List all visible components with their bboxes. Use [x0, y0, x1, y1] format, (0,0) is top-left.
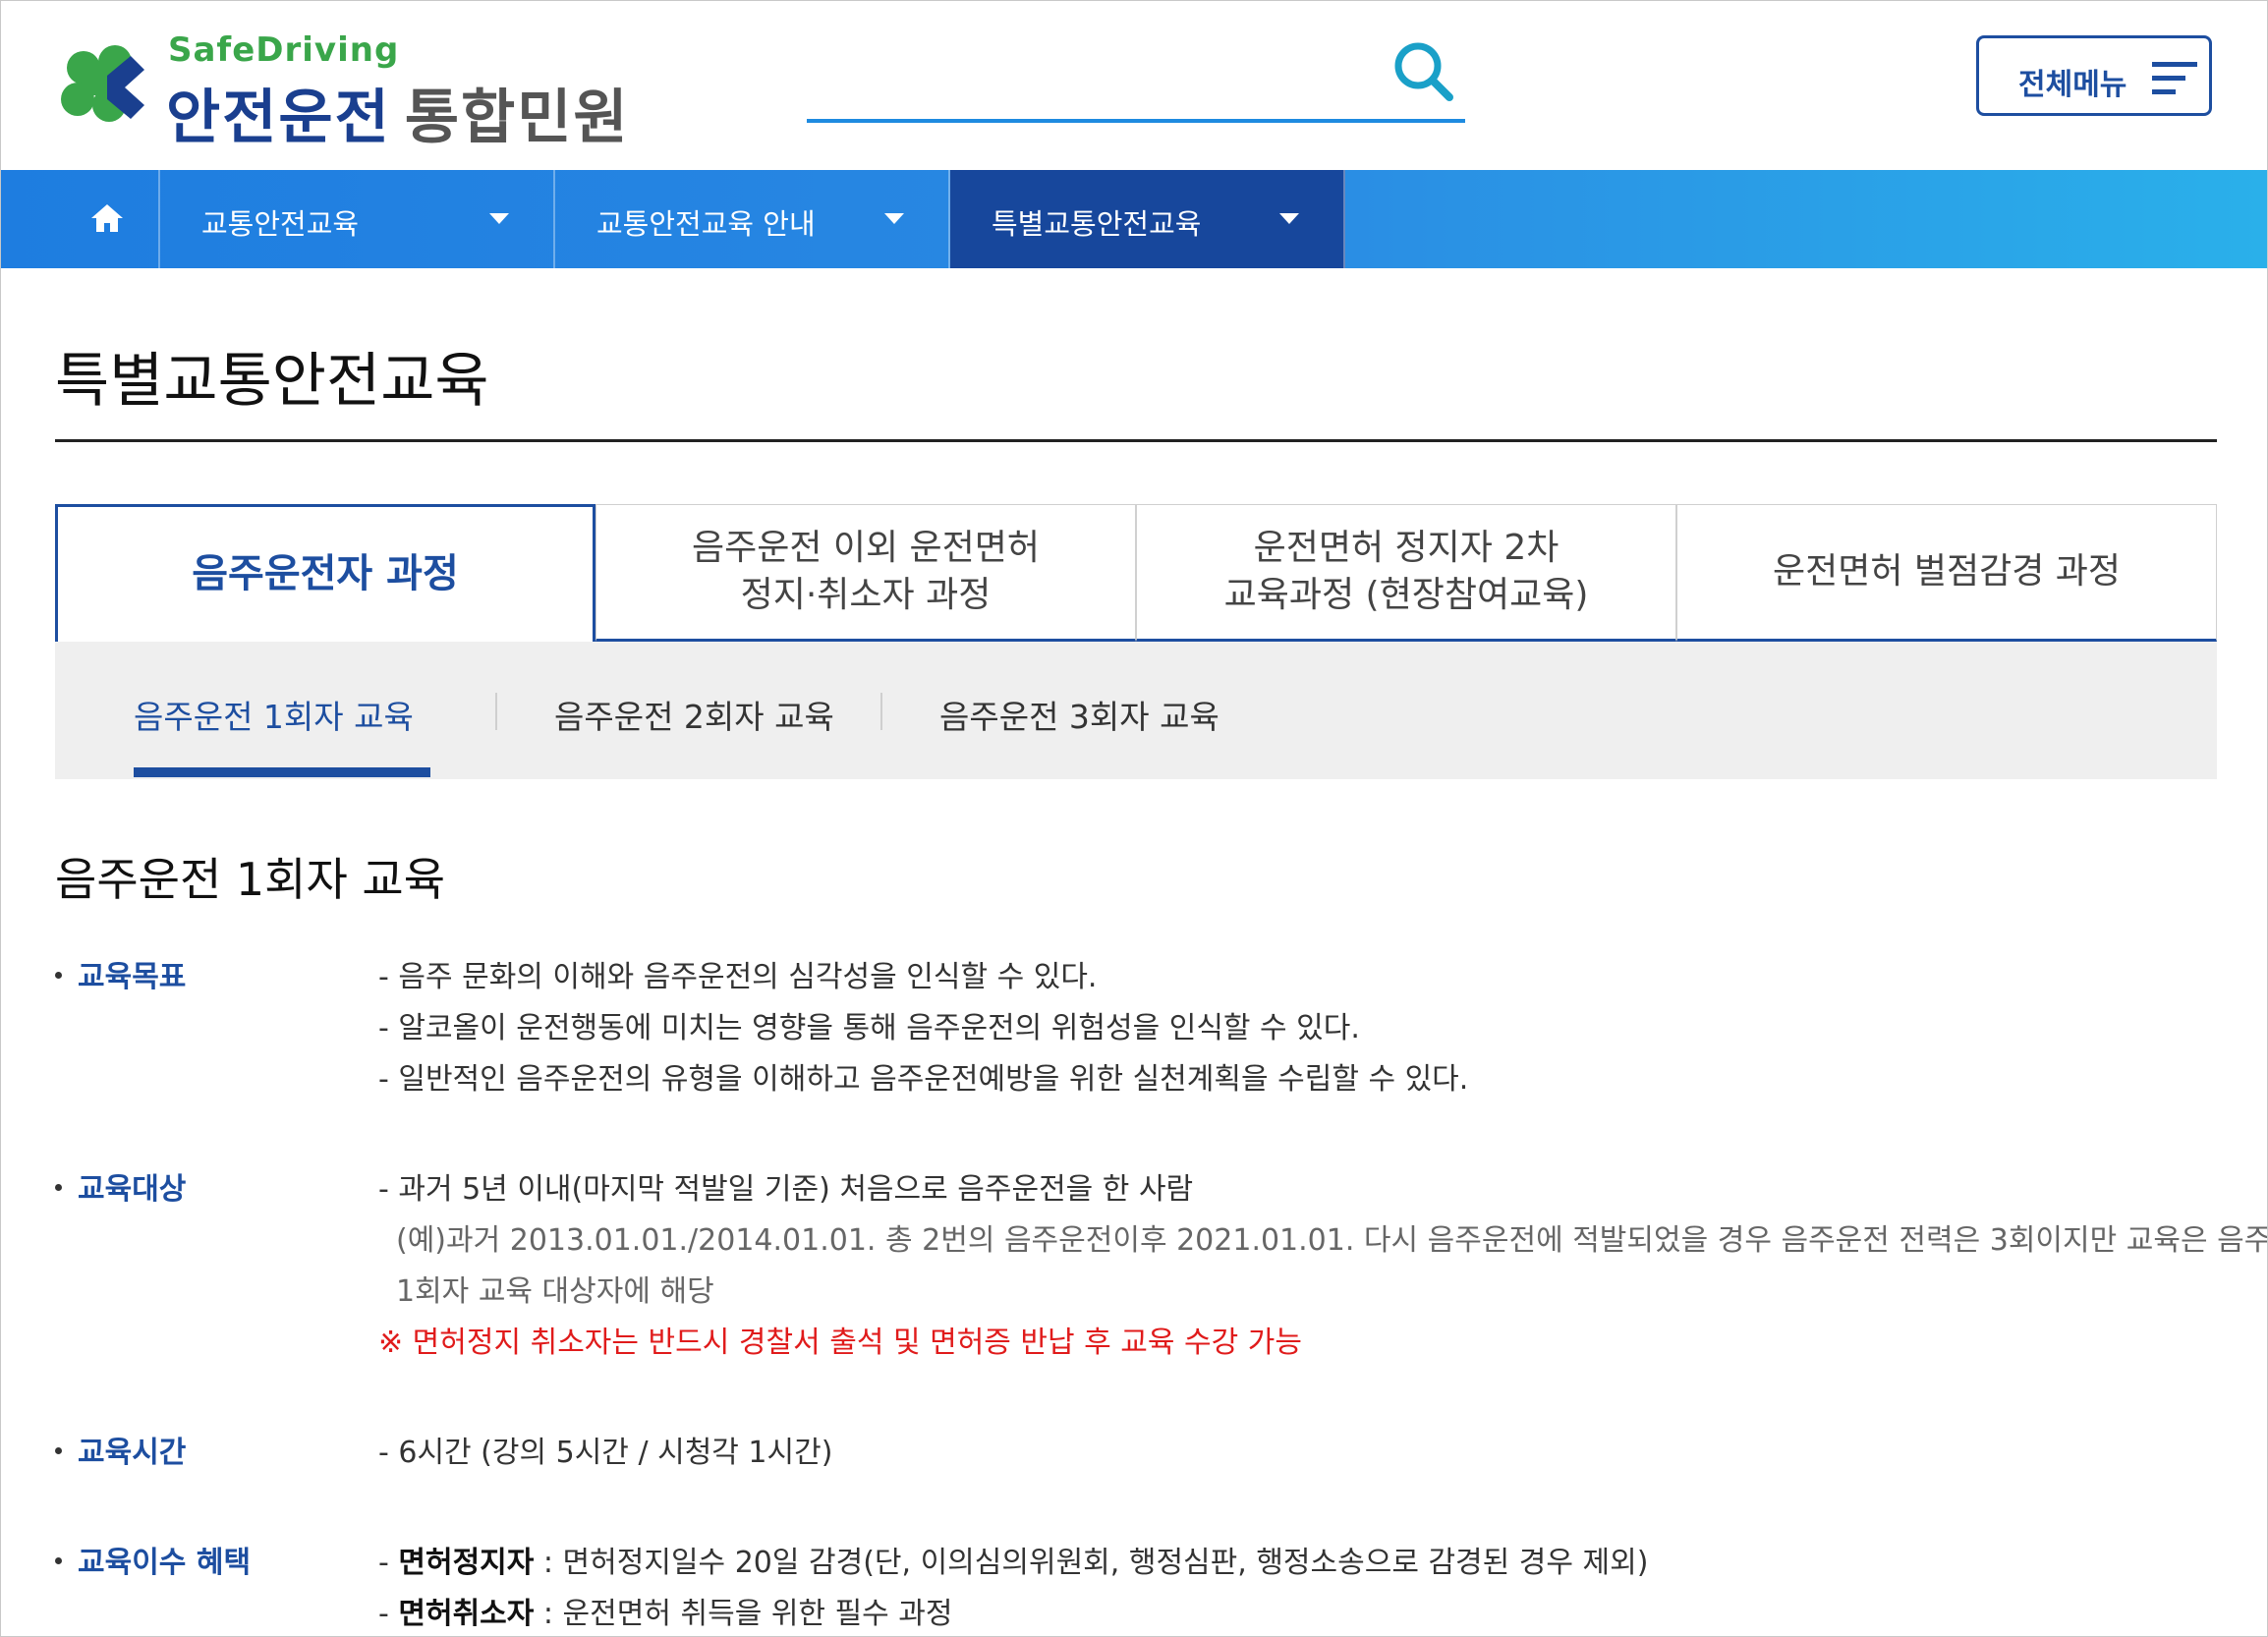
tab-label-line2: 정지·취소자 과정: [740, 575, 992, 615]
education-goal-label: 교육목표: [55, 952, 186, 995]
row-label-text: 교육목표: [78, 960, 187, 994]
nav-item-traffic-safety-education[interactable]: 교통안전교육: [160, 170, 555, 268]
tab-label-line1: 운전면허 정지자 2차: [1253, 528, 1559, 568]
tab-label: 운전면허 벌점감경 과정: [1772, 551, 2122, 592]
education-time-label: 교육시간: [55, 1428, 186, 1471]
site-logo[interactable]: SafeDriving 안전운전 통합민원: [54, 30, 628, 152]
row-label-text: 교육이수 혜택: [78, 1546, 252, 1580]
goal-line-1: - 음주 문화의 이해와 음주운전의 심각성을 인식할 수 있다.: [378, 960, 1098, 994]
target-line-1: - 과거 5년 이내(마지막 적발일 기준) 처음으로 음주운전을 한 사람: [378, 1172, 1194, 1207]
education-benefit-label: 교육이수 혜택: [55, 1538, 251, 1581]
caret-down-icon: [884, 213, 904, 224]
home-icon: [91, 204, 123, 232]
tab-drunk-driver-course[interactable]: 음주운전자 과정: [55, 504, 595, 642]
tab-label-line2: 교육과정 (현장참여교육): [1223, 575, 1589, 615]
target-example-line-2: 1회자 교육 대상자에 해당: [396, 1274, 714, 1309]
search-input[interactable]: [807, 50, 1361, 101]
search-icon[interactable]: [1389, 36, 1459, 107]
tab-second-suspension-course[interactable]: 운전면허 정지자 2차 교육과정 (현장참여교육): [1136, 504, 1676, 642]
page-title: 특별교통안전교육: [55, 347, 489, 416]
tab-label-line1: 음주운전 이외 운전면허: [691, 528, 1041, 568]
logo-sub-text: 통합민원: [404, 84, 630, 152]
all-menu-button[interactable]: 전체메뉴: [1976, 35, 2212, 116]
nav-item-education-guide[interactable]: 교통안전교육 안내: [555, 170, 950, 268]
main-navigation: 교통안전교육 교통안전교육 안내 특별교통안전교육: [1, 170, 2267, 268]
row-label-text: 교육시간: [78, 1436, 187, 1470]
caret-down-icon: [1279, 213, 1299, 224]
tab-label: 음주운전자 과정: [192, 551, 459, 596]
subtab-first-offense[interactable]: 음주운전 1회자 교육: [134, 691, 414, 738]
course-tabs: 음주운전자 과정 음주운전 이외 운전면허 정지·취소자 과정 운전면허 정지자…: [55, 504, 2217, 642]
target-example-line-1: (예)과거 2013.01.01./2014.01.01. 총 2번의 음주운전…: [396, 1223, 2268, 1258]
bullet-icon: [55, 1557, 62, 1564]
nav-item-special-education[interactable]: 특별교통안전교육: [950, 170, 1345, 268]
subtab-third-offense[interactable]: 음주운전 3회자 교육: [939, 691, 1219, 738]
bullet-icon: [55, 972, 62, 979]
bullet-icon: [55, 1447, 62, 1454]
dash-text: -: [378, 1597, 399, 1631]
benefit-line-2: - 면허취소자 : 운전면허 취득을 위한 필수 과정: [378, 1589, 953, 1632]
tab-penalty-reduction-course[interactable]: 운전면허 벌점감경 과정: [1676, 504, 2217, 642]
caret-down-icon: [489, 213, 509, 224]
sub-tabs: 음주운전 1회자 교육 음주운전 2회자 교육 음주운전 3회자 교육: [55, 642, 2217, 779]
tab-non-drunk-suspension-course[interactable]: 음주운전 이외 운전면허 정지·취소자 과정: [595, 504, 1136, 642]
nav-item-label: 특별교통안전교육: [992, 207, 1202, 241]
nav-home-button[interactable]: [1, 170, 160, 268]
target-notice: ※ 면허정지 취소자는 반드시 경찰서 출석 및 면허증 반납 후 교육 수강 …: [378, 1326, 1302, 1360]
subtab-second-offense[interactable]: 음주운전 2회자 교육: [554, 691, 834, 738]
nav-item-label: 교통안전교육: [201, 207, 360, 241]
benefit-item1-title: 면허정지자: [398, 1546, 535, 1580]
all-menu-label: 전체메뉴: [2018, 68, 2127, 102]
benefit-item2-title: 면허취소자: [398, 1597, 535, 1631]
benefit-line-1: - 면허정지자 : 면허정지일수 20일 감경(단, 이의심의위원회, 행정심판…: [378, 1538, 1648, 1581]
title-divider: [55, 439, 2217, 442]
logo-korean-text: 안전운전 통합민원: [166, 70, 630, 155]
logo-main-text: 안전운전: [166, 84, 391, 152]
benefit-item1-text: : 면허정지일수 20일 감경(단, 이의심의위원회, 행정심판, 행정소송으로…: [534, 1546, 1649, 1580]
section-title: 음주운전 1회자 교육: [55, 853, 446, 906]
subtab-divider: [495, 693, 497, 730]
goal-line-2: - 알코올이 운전행동에 미치는 영향을 통해 음주운전의 위험성을 인식할 수…: [378, 1011, 1360, 1045]
logo-english-text: SafeDriving: [168, 30, 400, 70]
goal-line-3: - 일반적인 음주운전의 유형을 이해하고 음주운전예방을 위한 실천계획을 수…: [378, 1062, 1469, 1097]
row-label-text: 교육대상: [78, 1172, 187, 1207]
page-frame: SafeDriving 안전운전 통합민원 전체메뉴 교통안전교육 교통안전교육…: [0, 0, 2268, 1637]
search-bar: [807, 30, 1465, 123]
site-header: SafeDriving 안전운전 통합민원 전체메뉴: [1, 1, 2267, 170]
subtab-divider: [880, 693, 882, 730]
benefit-item2-text: : 운전면허 취득을 위한 필수 과정: [534, 1597, 953, 1631]
time-line-1: - 6시간 (강의 5시간 / 시청각 1시간): [378, 1436, 833, 1470]
dash-text: -: [378, 1546, 399, 1580]
clover-logo-icon: [61, 45, 144, 122]
nav-item-label: 교통안전교육 안내: [596, 207, 816, 241]
active-subtab-indicator: [134, 767, 430, 777]
hamburger-menu-icon: [2152, 62, 2197, 94]
education-target-label: 교육대상: [55, 1164, 186, 1208]
bullet-icon: [55, 1184, 62, 1191]
